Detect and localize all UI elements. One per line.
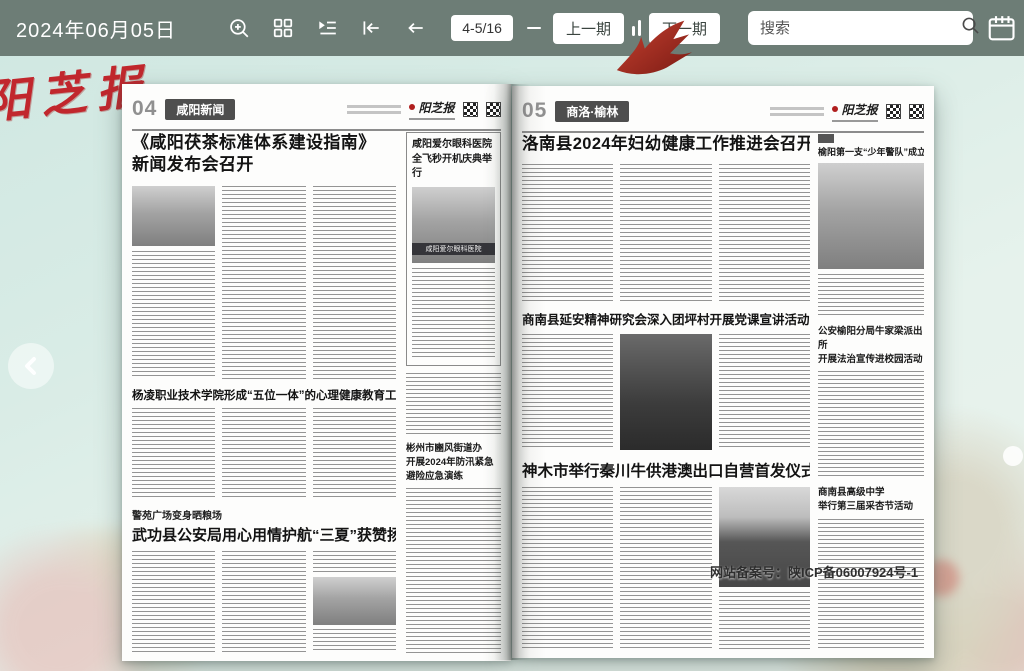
article-headline[interactable]: 彬州市豳风街道办 bbox=[406, 442, 501, 456]
article-column bbox=[132, 186, 215, 379]
column-label-badge bbox=[818, 134, 834, 143]
newspaper-logo: 阳芝报 bbox=[409, 99, 455, 120]
article-body bbox=[522, 334, 810, 450]
issue-date: 2024年06月05日 bbox=[16, 14, 176, 43]
article-kicker[interactable]: 警苑广场变身晒粮场 bbox=[132, 507, 396, 522]
logo-url-placeholder bbox=[409, 118, 455, 120]
text-column-placeholder bbox=[719, 592, 810, 650]
article-headline[interactable]: 杨凌职业技术学院形成“五位一体”的心理健康教育工作格局 bbox=[132, 387, 396, 403]
newspaper-logo: 阳芝报 bbox=[832, 101, 878, 122]
last-page-icon[interactable] bbox=[632, 20, 641, 36]
text-column-placeholder bbox=[222, 408, 305, 498]
left-page-right-column: 咸阳爱尔眼科医院 全飞秒开机庆典举行 咸阳爱尔眼科医院 彬州市豳风街道办 开展2… bbox=[406, 132, 501, 653]
page-number: 04 bbox=[132, 97, 157, 121]
next-spread-nav-button[interactable] bbox=[1003, 446, 1023, 466]
article-body bbox=[132, 408, 396, 498]
article-headline[interactable]: 开展2024年防汛紧急避险应急演练 bbox=[406, 456, 501, 484]
calendar-icon[interactable] bbox=[986, 13, 1016, 43]
text-column-placeholder bbox=[222, 551, 305, 653]
page-number: 05 bbox=[522, 99, 547, 123]
article-headline[interactable]: 新闻发布会召开 bbox=[132, 154, 396, 176]
prev-issue-button[interactable]: 上一期 bbox=[553, 13, 624, 44]
article-headline[interactable]: 榆阳第一支“少年警队”成立 bbox=[818, 146, 924, 159]
right-page-header: 05 商洛·榆林 阳芝报 bbox=[522, 96, 924, 133]
text-column-placeholder bbox=[522, 334, 613, 450]
edition-info-placeholder bbox=[347, 105, 401, 114]
zoom-in-icon[interactable] bbox=[228, 17, 250, 39]
section-label: 商洛·榆林 bbox=[555, 101, 629, 122]
text-column-placeholder bbox=[620, 164, 711, 302]
sidebar-article-box[interactable]: 咸阳爱尔眼科医院 全飞秒开机庆典举行 咸阳爱尔眼科医院 bbox=[406, 132, 501, 366]
article-headline[interactable]: 神木市举行秦川牛供港澳出口自营首发仪式 bbox=[522, 459, 810, 481]
left-page: 04 咸阳新闻 阳芝报 《咸阳茯茶标准体系建设指南》 新闻发布会召开 杨凌职业技… bbox=[122, 84, 511, 661]
table-of-contents-icon[interactable] bbox=[316, 17, 338, 39]
next-issue-button[interactable]: 下一期 bbox=[649, 13, 720, 44]
eye-hospital-photo: 咸阳爱尔眼科医院 bbox=[412, 187, 495, 263]
thumbnail-grid-icon[interactable] bbox=[272, 17, 294, 39]
text-column-placeholder bbox=[313, 186, 396, 379]
text-column-placeholder bbox=[719, 164, 810, 302]
logo-text: 阳芝报 bbox=[418, 99, 454, 116]
next-page-icon[interactable] bbox=[527, 27, 541, 29]
group-photo bbox=[620, 334, 711, 450]
text-column-placeholder bbox=[412, 268, 495, 361]
text-column-placeholder bbox=[313, 408, 396, 498]
article-headline[interactable]: 《咸阳茯茶标准体系建设指南》 bbox=[132, 132, 396, 154]
police-salute-photo bbox=[818, 163, 924, 269]
logo-dot-icon bbox=[409, 104, 415, 110]
toolbar: 2024年06月05日 4-5/16 上一期 下一期 bbox=[0, 0, 1024, 56]
text-column-placeholder bbox=[313, 551, 396, 573]
icp-record-overlay: 网站备案号：陕ICP备06007924号-1 bbox=[710, 562, 918, 581]
article-headline[interactable]: 商南县高级中学 bbox=[818, 486, 924, 500]
article-headline[interactable]: 全飞秒开机庆典举行 bbox=[412, 153, 495, 182]
logo-url-placeholder bbox=[832, 120, 878, 122]
text-column-placeholder bbox=[522, 164, 613, 302]
prev-page-icon[interactable] bbox=[404, 17, 426, 39]
article-headline[interactable]: 武功县公安局用心用情护航“三夏”获赞扬 bbox=[132, 524, 396, 545]
conference-photo bbox=[132, 186, 215, 246]
text-column-placeholder bbox=[222, 186, 305, 379]
text-column-placeholder bbox=[406, 488, 501, 653]
article-body bbox=[522, 164, 810, 302]
text-column-placeholder bbox=[818, 519, 924, 650]
qr-code-icon bbox=[909, 104, 924, 119]
section-label: 咸阳新闻 bbox=[165, 99, 235, 120]
text-column-placeholder bbox=[818, 274, 924, 318]
article-body bbox=[132, 186, 396, 379]
right-page: 05 商洛·榆林 阳芝报 洛南县2024年妇幼健康工作推进会召开 商南县延安精神… bbox=[512, 86, 934, 658]
article-body bbox=[132, 551, 396, 653]
left-page-main-column: 《咸阳茯茶标准体系建设指南》 新闻发布会召开 杨凌职业技术学院形成“五位一体”的… bbox=[132, 132, 396, 653]
search-box bbox=[748, 11, 973, 45]
qr-code-icon bbox=[886, 104, 901, 119]
photo-banner-text: 咸阳爱尔眼科医院 bbox=[412, 243, 495, 255]
street-photo bbox=[313, 577, 396, 625]
prev-spread-nav-button[interactable] bbox=[8, 343, 54, 389]
left-page-header: 04 咸阳新闻 阳芝报 bbox=[132, 94, 501, 131]
text-column-placeholder bbox=[132, 408, 215, 498]
article-headline[interactable]: 开展法治宣传进校园活动 bbox=[818, 353, 924, 367]
text-column-placeholder bbox=[522, 487, 613, 650]
edition-info-placeholder bbox=[770, 107, 824, 116]
search-input[interactable] bbox=[758, 19, 961, 38]
text-column-placeholder bbox=[406, 373, 501, 435]
qr-code-icon bbox=[486, 102, 501, 117]
article-headline[interactable]: 公安榆阳分局牛家梁派出所 bbox=[818, 325, 924, 353]
text-column-placeholder bbox=[719, 334, 810, 450]
article-headline[interactable]: 咸阳爱尔眼科医院 bbox=[412, 138, 495, 153]
article-headline[interactable]: 举行第三届采杏节活动 bbox=[818, 500, 924, 514]
text-column-placeholder bbox=[132, 251, 215, 379]
article-headline[interactable]: 商南县延安精神研究会深入团坪村开展党课宣讲活动 bbox=[522, 309, 810, 328]
text-column-placeholder bbox=[620, 487, 711, 650]
article-headline[interactable]: 洛南县2024年妇幼健康工作推进会召开 bbox=[522, 134, 810, 156]
search-icon[interactable] bbox=[961, 16, 980, 40]
first-page-icon[interactable] bbox=[360, 17, 382, 39]
page-indicator[interactable]: 4-5/16 bbox=[451, 15, 513, 41]
article-column bbox=[313, 551, 396, 653]
text-column-placeholder bbox=[818, 371, 924, 479]
text-column-placeholder bbox=[132, 551, 215, 653]
qr-code-icon bbox=[463, 102, 478, 117]
logo-dot-icon bbox=[832, 106, 838, 112]
logo-text: 阳芝报 bbox=[841, 101, 877, 118]
text-column-placeholder bbox=[313, 629, 396, 653]
